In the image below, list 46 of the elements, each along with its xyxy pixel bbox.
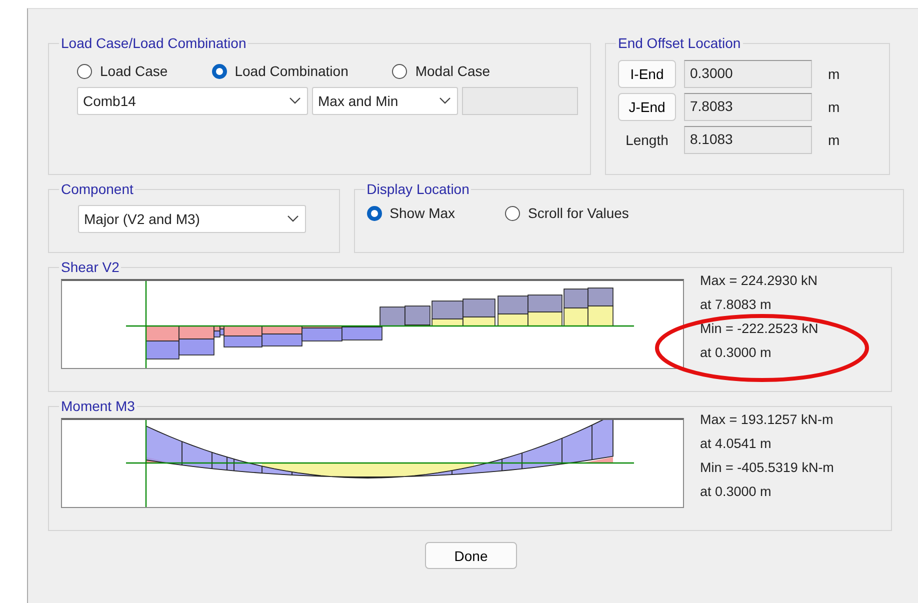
radio-label: Scroll for Values — [528, 205, 629, 221]
radio-icon[interactable] — [212, 64, 227, 78]
group-title: Load Case/Load Combination — [60, 35, 248, 51]
end-button[interactable]: I-End — [618, 60, 676, 88]
readout-text: at 4.0541 m — [700, 436, 772, 451]
end-button[interactable]: J-End — [618, 93, 676, 121]
field-label: Length — [624, 132, 670, 148]
value-field[interactable]: 8.1083 — [684, 126, 812, 154]
type-dropdown[interactable]: Max and Min — [312, 87, 458, 115]
unit-label: m — [828, 132, 840, 148]
radio-icon[interactable] — [392, 64, 408, 78]
chevron-icon — [287, 215, 299, 223]
case-dropdown[interactable]: Comb14 — [77, 87, 308, 115]
unit-label: m — [828, 66, 840, 82]
group-title: Display Location — [366, 181, 470, 197]
unit-label: m — [828, 99, 840, 115]
readout-text: Max = 224.2930 kN — [700, 273, 818, 288]
group-title: End Offset Location — [617, 35, 742, 51]
group-title: Moment M3 — [60, 398, 136, 414]
readout-text: Min = -405.5319 kN-m — [700, 460, 834, 475]
chevron-icon — [439, 97, 451, 105]
chevron-icon — [289, 97, 301, 105]
radio-icon[interactable] — [505, 206, 520, 220]
readout-text: Max = 193.1257 kN-m — [700, 412, 834, 427]
radio-icon[interactable] — [77, 64, 92, 78]
radio-option[interactable]: Load Combination — [212, 63, 348, 79]
radio-option[interactable]: Load Case — [77, 63, 168, 79]
readout-text: at 0.3000 m — [700, 484, 772, 499]
radio-option[interactable]: Show Max — [366, 205, 456, 221]
radio-label: Modal Case — [415, 63, 490, 79]
readout-text: at 0.3000 m — [700, 345, 772, 360]
readout-text: Min = -222.2523 kN — [700, 321, 818, 336]
component-dropdown[interactable]: Major (V2 and M3) — [78, 205, 306, 233]
radio-option[interactable]: Scroll for Values — [505, 205, 629, 221]
radio-label: Load Combination — [234, 63, 348, 79]
value-field[interactable]: 0.3000 — [684, 60, 812, 88]
radio-option[interactable]: Modal Case — [392, 63, 490, 79]
radio-label: Load Case — [100, 63, 168, 79]
input-field[interactable] — [462, 87, 578, 115]
radio-label: Show Max — [390, 205, 456, 221]
readout-text: at 7.8083 m — [700, 297, 772, 312]
group-title: Component — [60, 181, 134, 197]
done-button[interactable]: Done — [425, 542, 517, 569]
group-title: Shear V2 — [60, 259, 120, 275]
value-field[interactable]: 7.8083 — [684, 93, 812, 121]
radio-icon[interactable] — [366, 206, 382, 220]
